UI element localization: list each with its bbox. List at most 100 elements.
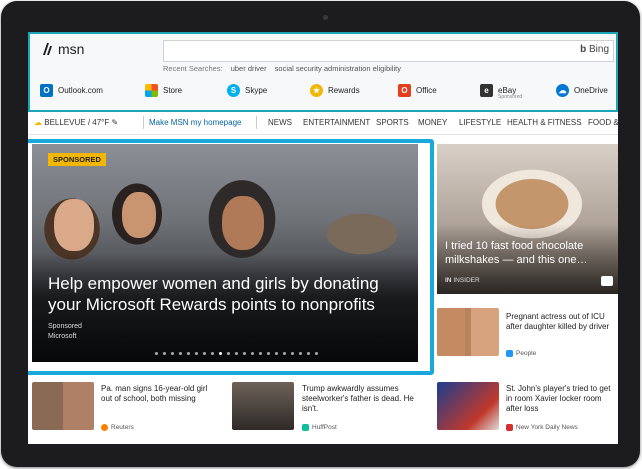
weather-widget[interactable]: ☁ BELLEVUE / 47°F ✎ — [34, 118, 118, 127]
nav-money[interactable]: MONEY — [418, 118, 447, 127]
hero-publisher: Microsoft — [48, 333, 77, 340]
carousel-dot[interactable] — [187, 352, 190, 355]
hero-image-person — [222, 196, 264, 250]
outlook-icon: O — [40, 83, 53, 97]
quick-link-label: Office — [416, 85, 437, 95]
source-logo-icon — [302, 424, 309, 431]
recent-searches: Recent Searches: uber driver social secu… — [163, 64, 407, 73]
quick-link-label: Store — [163, 85, 183, 95]
carousel-dot[interactable] — [203, 352, 206, 355]
carousel-dot[interactable] — [315, 352, 318, 355]
news-headline[interactable]: Pa. man signs 16-year-old girl out of sc… — [101, 384, 213, 404]
news-source-label: HuffPost — [312, 424, 337, 431]
carousel-dot[interactable] — [163, 352, 166, 355]
ebay-icon: e — [480, 83, 493, 97]
news-headline[interactable]: St. John's player's tried to get in room… — [506, 384, 616, 414]
news-thumbnail — [32, 382, 94, 430]
carousel-dot[interactable] — [307, 352, 310, 355]
nav-news[interactable]: NEWS — [268, 118, 292, 127]
news-card[interactable]: St. John's player's tried to get in room… — [437, 382, 618, 438]
bing-label: Bing — [588, 44, 609, 55]
news-source-label: Reuters — [111, 424, 134, 431]
carousel-dot[interactable] — [291, 352, 294, 355]
carousel-dot[interactable] — [211, 352, 214, 355]
news-headline[interactable]: Trump awkwardly assumes steelworker's fa… — [302, 384, 418, 414]
news-source: HuffPost — [302, 424, 337, 431]
recent-search-item[interactable]: uber driver — [231, 64, 267, 73]
carousel-dot[interactable] — [179, 352, 182, 355]
msn-logo[interactable]: msn — [42, 41, 84, 57]
quick-link-label: Rewards — [328, 85, 360, 95]
carousel-dot[interactable] — [219, 352, 222, 355]
carousel-dot[interactable] — [195, 352, 198, 355]
nav-food[interactable]: FOOD & — [588, 118, 618, 127]
hero-story[interactable]: SPONSORED Help empower women and girls b… — [32, 144, 418, 362]
source-logo-icon — [506, 424, 513, 431]
quick-link-label: Outlook.com — [58, 85, 103, 95]
quick-link-rewards[interactable]: ★ Rewards — [310, 80, 360, 100]
news-card[interactable]: Pa. man signs 16-year-old girl out of sc… — [32, 382, 216, 438]
carousel-dot[interactable] — [259, 352, 262, 355]
make-homepage-link[interactable]: Make MSN my homepage — [149, 118, 241, 127]
skype-icon: S — [227, 83, 240, 97]
insider-logo-icon: IN — [445, 277, 452, 284]
weather-cloud-icon: ☁ — [34, 118, 42, 127]
news-card[interactable]: Pregnant actress out of ICU after daught… — [437, 308, 618, 364]
side-headline[interactable]: I tried 10 fast food chocolate milkshake… — [445, 239, 610, 267]
carousel-dot[interactable] — [227, 352, 230, 355]
bing-logo[interactable]: b Bing — [580, 44, 609, 55]
side-story[interactable]: I tried 10 fast food chocolate milkshake… — [437, 144, 618, 294]
carousel-dot[interactable] — [251, 352, 254, 355]
hero-image-person — [122, 192, 156, 238]
quick-link-outlook[interactable]: O Outlook.com — [40, 80, 103, 100]
side-source-label: INSIDER — [453, 277, 480, 284]
news-source: New York Daily News — [506, 424, 578, 431]
carousel-dot[interactable] — [235, 352, 238, 355]
news-thumbnail — [232, 382, 294, 430]
hero-sponsored-label: Sponsored — [48, 323, 82, 330]
edit-pencil-icon[interactable]: ✎ — [111, 118, 118, 127]
quick-link-office[interactable]: O Office — [398, 80, 437, 100]
hero-headline[interactable]: Help empower women and girls by donating… — [48, 273, 408, 315]
msn-screen: msn b Bing Recent Searches: uber driver … — [28, 32, 618, 444]
carousel-dot[interactable] — [275, 352, 278, 355]
news-source: Reuters — [101, 424, 134, 431]
onedrive-icon: ☁ — [556, 83, 569, 97]
quick-link-label: OneDrive — [574, 85, 608, 95]
source-logo-icon — [506, 350, 513, 357]
quick-link-ebay[interactable]: e eBay Sponsored — [480, 80, 522, 100]
carousel-dot[interactable] — [283, 352, 286, 355]
camera-icon — [601, 276, 613, 286]
news-thumbnail — [437, 308, 499, 356]
quick-link-onedrive[interactable]: ☁ OneDrive — [556, 80, 608, 100]
search-input[interactable]: b Bing — [163, 40, 614, 62]
sponsored-sub-label: Sponsored — [498, 94, 523, 100]
quick-link-store[interactable]: Store — [145, 80, 182, 100]
nav-health-fitness[interactable]: HEALTH & FITNESS — [507, 118, 582, 127]
news-source-label: People — [516, 350, 537, 357]
sponsored-badge: SPONSORED — [48, 153, 106, 166]
camera-dot — [323, 15, 328, 20]
news-source-label: New York Daily News — [516, 424, 578, 431]
header: msn b Bing Recent Searches: uber driver … — [28, 32, 618, 112]
hero-image-person — [54, 199, 94, 251]
carousel-dot[interactable] — [299, 352, 302, 355]
nav-sports[interactable]: SPORTS — [376, 118, 409, 127]
carousel-dots[interactable] — [155, 352, 318, 355]
news-card[interactable]: Trump awkwardly assumes steelworker's fa… — [232, 382, 422, 438]
carousel-dot[interactable] — [155, 352, 158, 355]
news-headline[interactable]: Pregnant actress out of ICU after daught… — [506, 312, 616, 332]
weather-label: BELLEVUE / 47°F — [44, 118, 110, 127]
carousel-dot[interactable] — [267, 352, 270, 355]
msn-butterfly-icon — [43, 43, 52, 55]
nav-entertainment[interactable]: ENTERTAINMENT — [303, 118, 370, 127]
top-nav: ☁ BELLEVUE / 47°F ✎ Make MSN my homepage… — [28, 112, 618, 135]
brand-name: msn — [58, 41, 85, 57]
nav-lifestyle[interactable]: LIFESTYLE — [459, 118, 501, 127]
nav-divider — [143, 116, 144, 129]
quick-link-skype[interactable]: S Skype — [227, 80, 267, 100]
carousel-dot[interactable] — [171, 352, 174, 355]
carousel-dot[interactable] — [243, 352, 246, 355]
source-logo-icon — [101, 424, 108, 431]
recent-search-item[interactable]: social security administration eligibili… — [275, 64, 401, 73]
